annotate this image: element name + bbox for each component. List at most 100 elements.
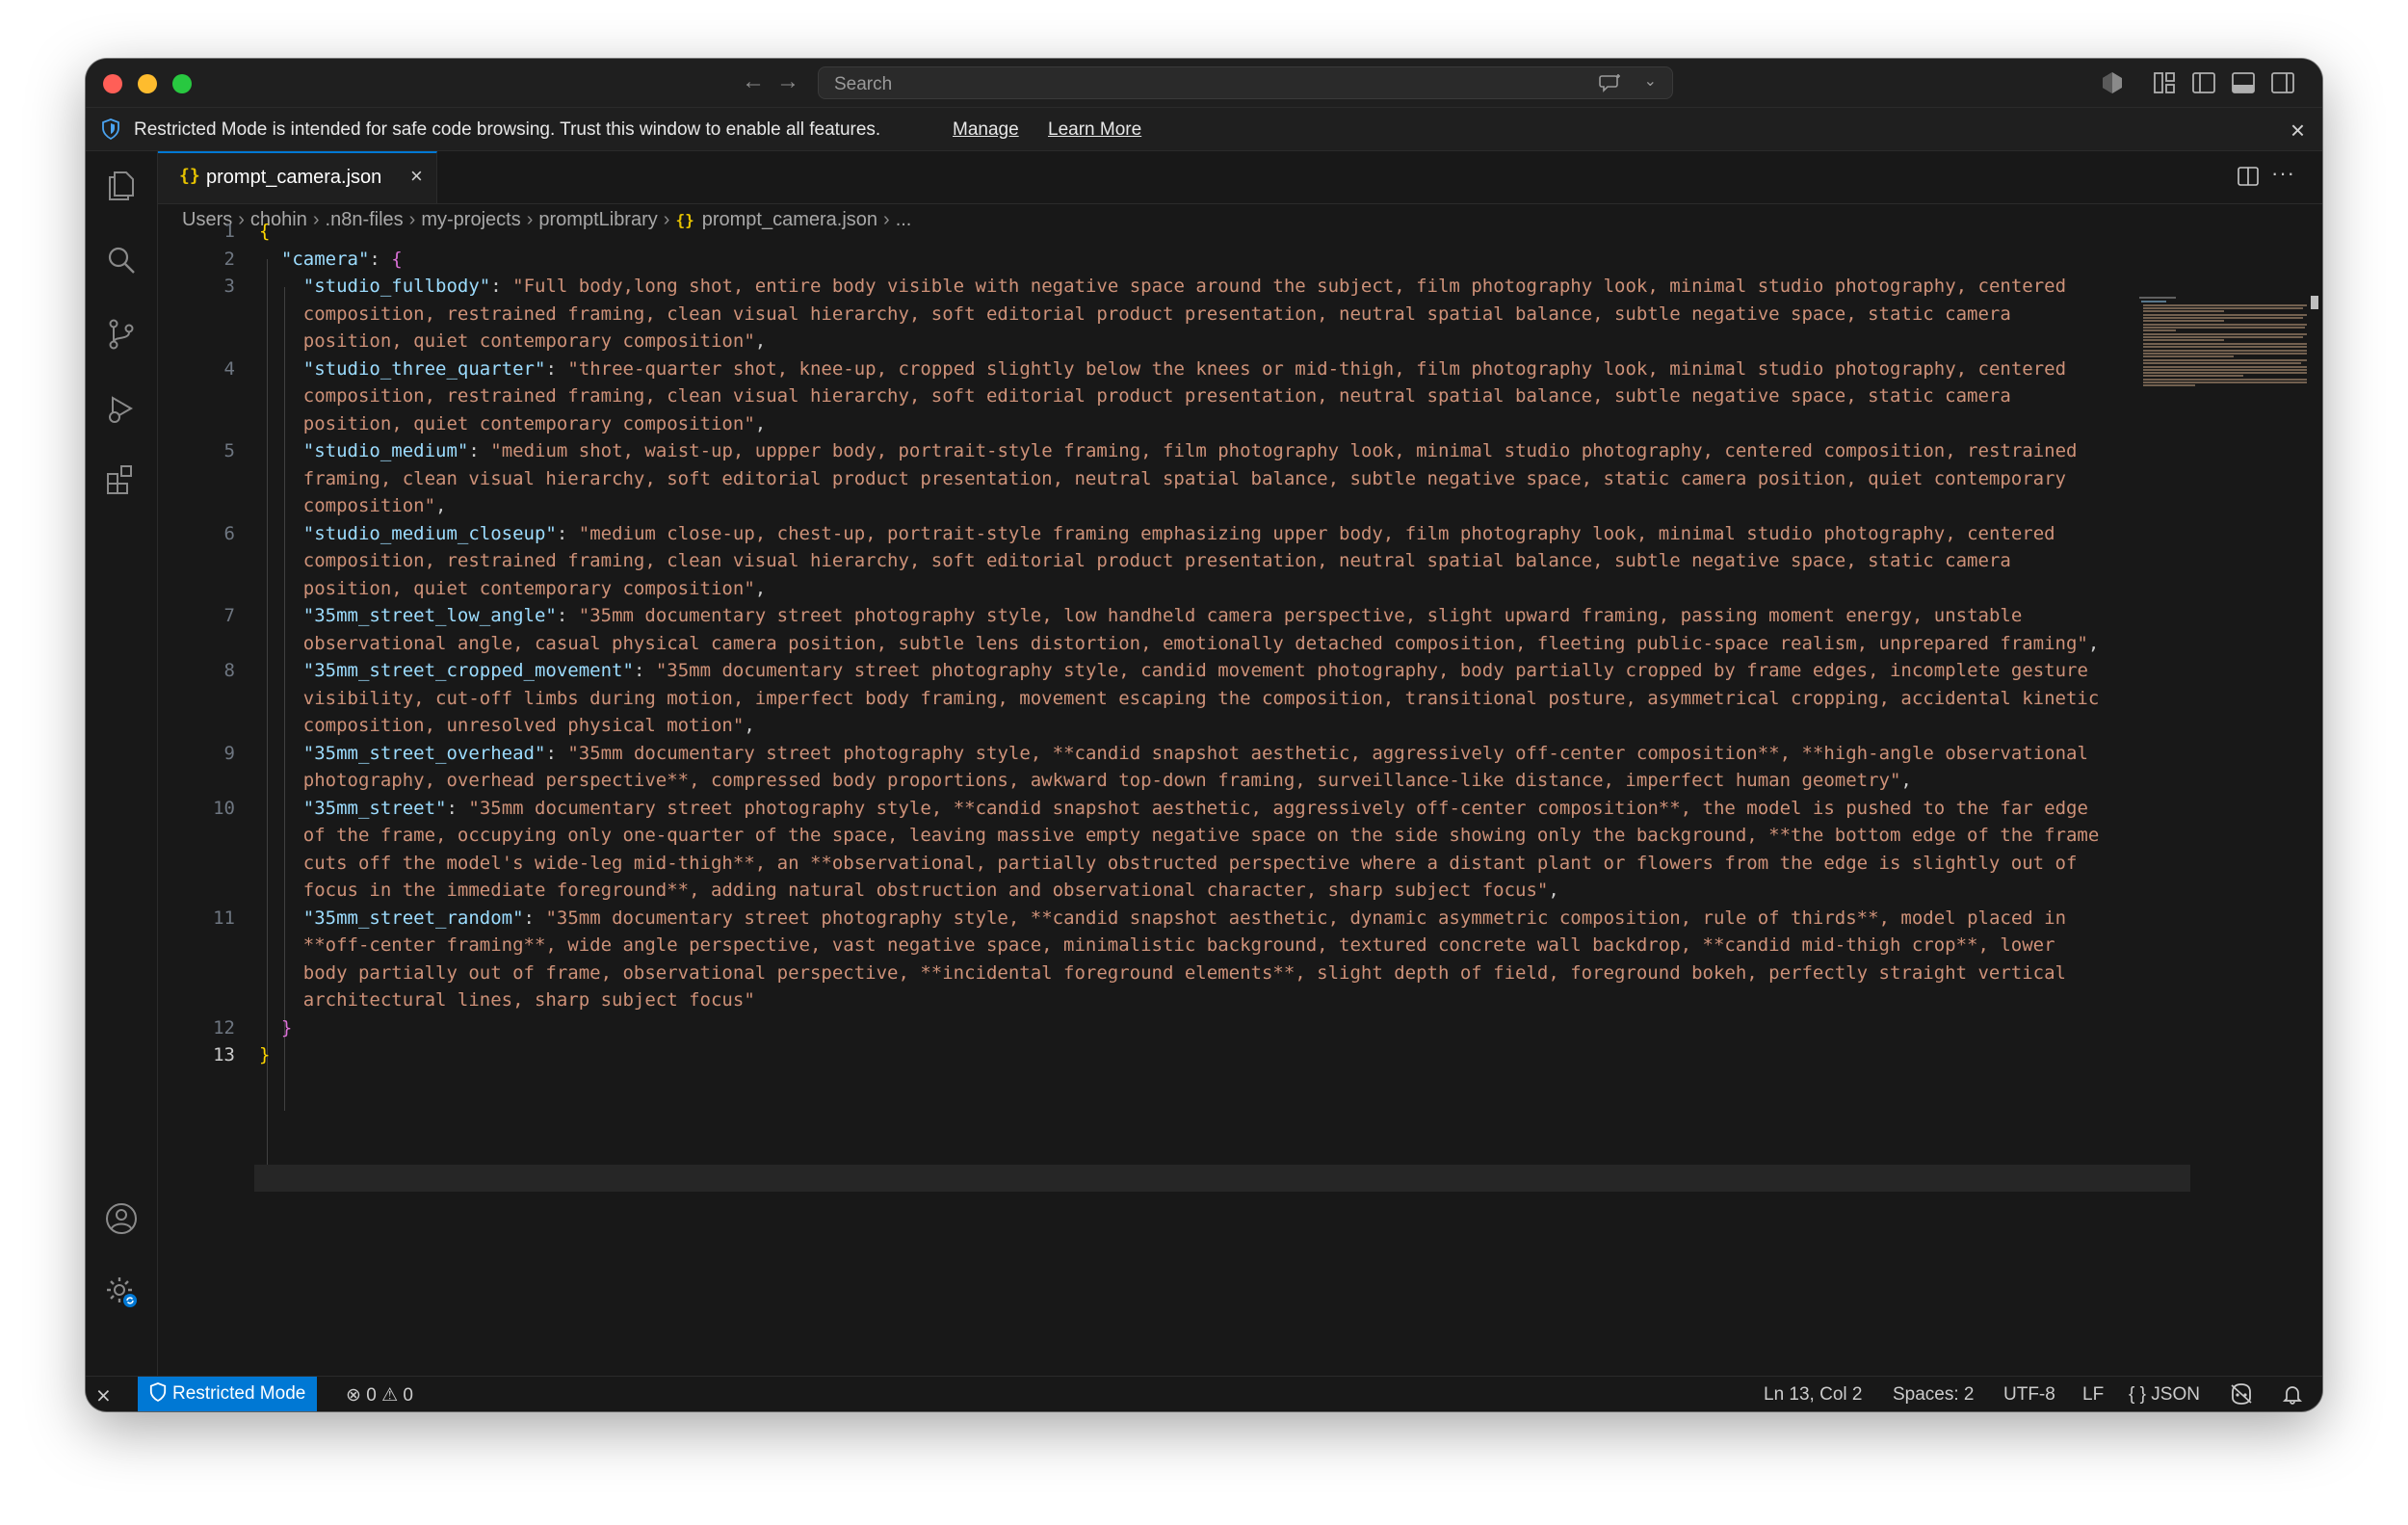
zoom-window-button[interactable]	[172, 74, 192, 93]
more-actions-icon[interactable]: ···	[2271, 161, 2295, 186]
breadcrumb-item[interactable]: promptLibrary	[538, 209, 657, 230]
code-token: :	[468, 440, 491, 461]
copilot-status-icon[interactable]	[2229, 1382, 2254, 1406]
code-line[interactable]: "35mm_street_random": "35mm documentary …	[259, 905, 2066, 933]
json-string: "35mm documentary street photography sty…	[655, 660, 2088, 681]
code-line[interactable]: visibility, cut-off limbs during motion,…	[259, 685, 2100, 713]
minimize-window-button[interactable]	[138, 74, 157, 93]
vscode-window: ← → Search ⌄ Restricted Mode is intended…	[86, 59, 2322, 1411]
tab-close-icon[interactable]: ×	[410, 164, 423, 189]
code-line[interactable]: "studio_fullbody": "Full body,long shot,…	[259, 273, 2066, 301]
code-line[interactable]: focus in the immediate foreground**, add…	[259, 877, 1559, 905]
code-line[interactable]: observational angle, casual physical cam…	[259, 630, 2100, 658]
json-string: composition, restrained framing, clean v…	[259, 302, 2011, 325]
code-line[interactable]: photography, overhead perspective**, com…	[259, 767, 1912, 795]
line-number: 1	[223, 221, 235, 242]
toggle-panel-icon[interactable]	[2231, 70, 2256, 95]
code-line[interactable]: composition, restrained framing, clean v…	[259, 547, 2011, 575]
code-line[interactable]: "studio_medium_closeup": "medium close-u…	[259, 520, 2055, 548]
code-line[interactable]: "camera": {	[259, 246, 403, 274]
line-number: 13	[213, 1044, 235, 1065]
json-string: composition, restrained framing, clean v…	[259, 385, 2011, 407]
code-line[interactable]: of the frame, occupying only one-quarter…	[259, 822, 2100, 850]
code-line[interactable]: **off-center framing**, wide angle persp…	[259, 932, 2055, 960]
encoding[interactable]: UTF-8	[2003, 1384, 2055, 1406]
cursor-position[interactable]: Ln 13, Col 2	[1764, 1384, 1862, 1406]
breadcrumb-item[interactable]: my-projects	[421, 209, 520, 230]
explorer-icon[interactable]	[104, 169, 139, 203]
remote-indicator-icon[interactable]: ⨯	[95, 1383, 112, 1407]
json-key: "35mm_street_cropped_movement"	[302, 660, 634, 681]
problems-indicator[interactable]: ⊗ 0 ⚠ 0	[346, 1384, 413, 1407]
command-center-search[interactable]: Search ⌄	[818, 66, 1673, 99]
code-token: {	[259, 221, 271, 242]
learn-more-link[interactable]: Learn More	[1048, 119, 1141, 141]
breadcrumb-item[interactable]: .n8n-files	[326, 209, 404, 230]
code-line[interactable]: "35mm_street_cropped_movement": "35mm do…	[259, 657, 2088, 685]
code-line[interactable]: }	[259, 1041, 270, 1069]
code-line[interactable]: position, quiet contemporary composition…	[259, 575, 766, 603]
code-line[interactable]: composition",	[259, 492, 447, 520]
code-line[interactable]: "35mm_street_low_angle": "35mm documenta…	[259, 602, 2023, 630]
json-string: architectural lines, sharp subject focus…	[259, 989, 755, 1011]
forward-arrow-icon[interactable]: →	[776, 68, 799, 95]
code-line[interactable]: composition, unresolved physical motion"…	[259, 712, 755, 740]
json-string: "35mm documentary street photography sty…	[545, 907, 2067, 929]
manage-link[interactable]: Manage	[953, 119, 1019, 141]
end-of-line[interactable]: LF	[2082, 1384, 2104, 1406]
split-editor-icon[interactable]	[2238, 167, 2259, 186]
breadcrumb-item[interactable]: ...	[896, 209, 912, 230]
code-line[interactable]: position, quiet contemporary composition…	[259, 328, 766, 355]
code-line[interactable]: framing, clean visual hierarchy, soft ed…	[259, 465, 2066, 493]
code-line[interactable]: }	[259, 1014, 292, 1042]
close-window-button[interactable]	[103, 74, 122, 93]
line-number: 5	[223, 440, 235, 461]
toggle-sidebar-icon[interactable]	[2191, 70, 2216, 95]
current-line-highlight	[254, 1165, 2190, 1192]
toggle-secondary-sidebar-icon[interactable]	[2270, 70, 2295, 95]
tab-prompt-camera-json[interactable]: {} prompt_camera.json ×	[158, 151, 437, 203]
back-arrow-icon[interactable]: ←	[742, 68, 765, 95]
run-debug-icon[interactable]	[104, 392, 139, 427]
code-line[interactable]: body partially out of frame, observation…	[259, 960, 2066, 987]
json-file-icon: {}	[675, 211, 694, 229]
code-line[interactable]: {	[259, 218, 270, 246]
code-line[interactable]: cuts off the model's wide-leg mid-thigh*…	[259, 850, 2078, 878]
code-editor[interactable]: 1 2 3 4 5 6 7 8 9 10 11 12 13 { "camera": { "studio_…	[158, 221, 2322, 1377]
chevron-down-icon[interactable]: ⌄	[1644, 71, 1657, 91]
manage-gear-icon[interactable]	[104, 1275, 139, 1309]
json-string: composition, restrained framing, clean v…	[259, 550, 2011, 571]
copilot-icon[interactable]	[2100, 70, 2125, 95]
notifications-bell-icon[interactable]	[2282, 1383, 2303, 1405]
line-number: 7	[223, 605, 235, 626]
source-control-icon[interactable]	[104, 317, 139, 352]
breadcrumb-item[interactable]: prompt_camera.json	[702, 209, 877, 230]
code-line[interactable]: architectural lines, sharp subject focus…	[259, 986, 755, 1014]
customize-layout-icon[interactable]	[2152, 70, 2177, 95]
scrollbar-thumb[interactable]	[2311, 296, 2318, 309]
account-icon[interactable]	[104, 1201, 139, 1236]
chat-icon[interactable]	[1599, 73, 1622, 92]
code-token: }	[280, 1016, 293, 1039]
code-line[interactable]: "35mm_street": "35mm documentary street …	[259, 795, 2088, 823]
breadcrumb: Users › chohin › .n8n-files › my-projects › prom…	[182, 209, 911, 231]
code-token: ,	[1900, 770, 1912, 791]
code-line[interactable]: "studio_three_quarter": "three-quarter s…	[259, 355, 2066, 383]
close-icon[interactable]: ×	[2290, 116, 2305, 145]
extensions-icon[interactable]	[104, 462, 139, 497]
code-line[interactable]: "studio_medium": "medium shot, waist-up,…	[259, 437, 2078, 465]
code-line[interactable]: composition, restrained framing, clean v…	[259, 301, 2011, 329]
code-line[interactable]: "35mm_street_overhead": "35mm documentar…	[259, 740, 2088, 768]
code-line[interactable]: position, quiet contemporary composition…	[259, 410, 766, 438]
language-mode[interactable]: { } JSON	[2129, 1384, 2200, 1406]
code-line[interactable]: composition, restrained framing, clean v…	[259, 382, 2011, 410]
minimap[interactable]	[2137, 296, 2309, 388]
indentation[interactable]: Spaces: 2	[1893, 1384, 1975, 1406]
search-icon[interactable]	[104, 243, 139, 277]
restricted-mode-status[interactable]: Restricted Mode	[138, 1377, 318, 1411]
shield-icon	[149, 1382, 167, 1403]
